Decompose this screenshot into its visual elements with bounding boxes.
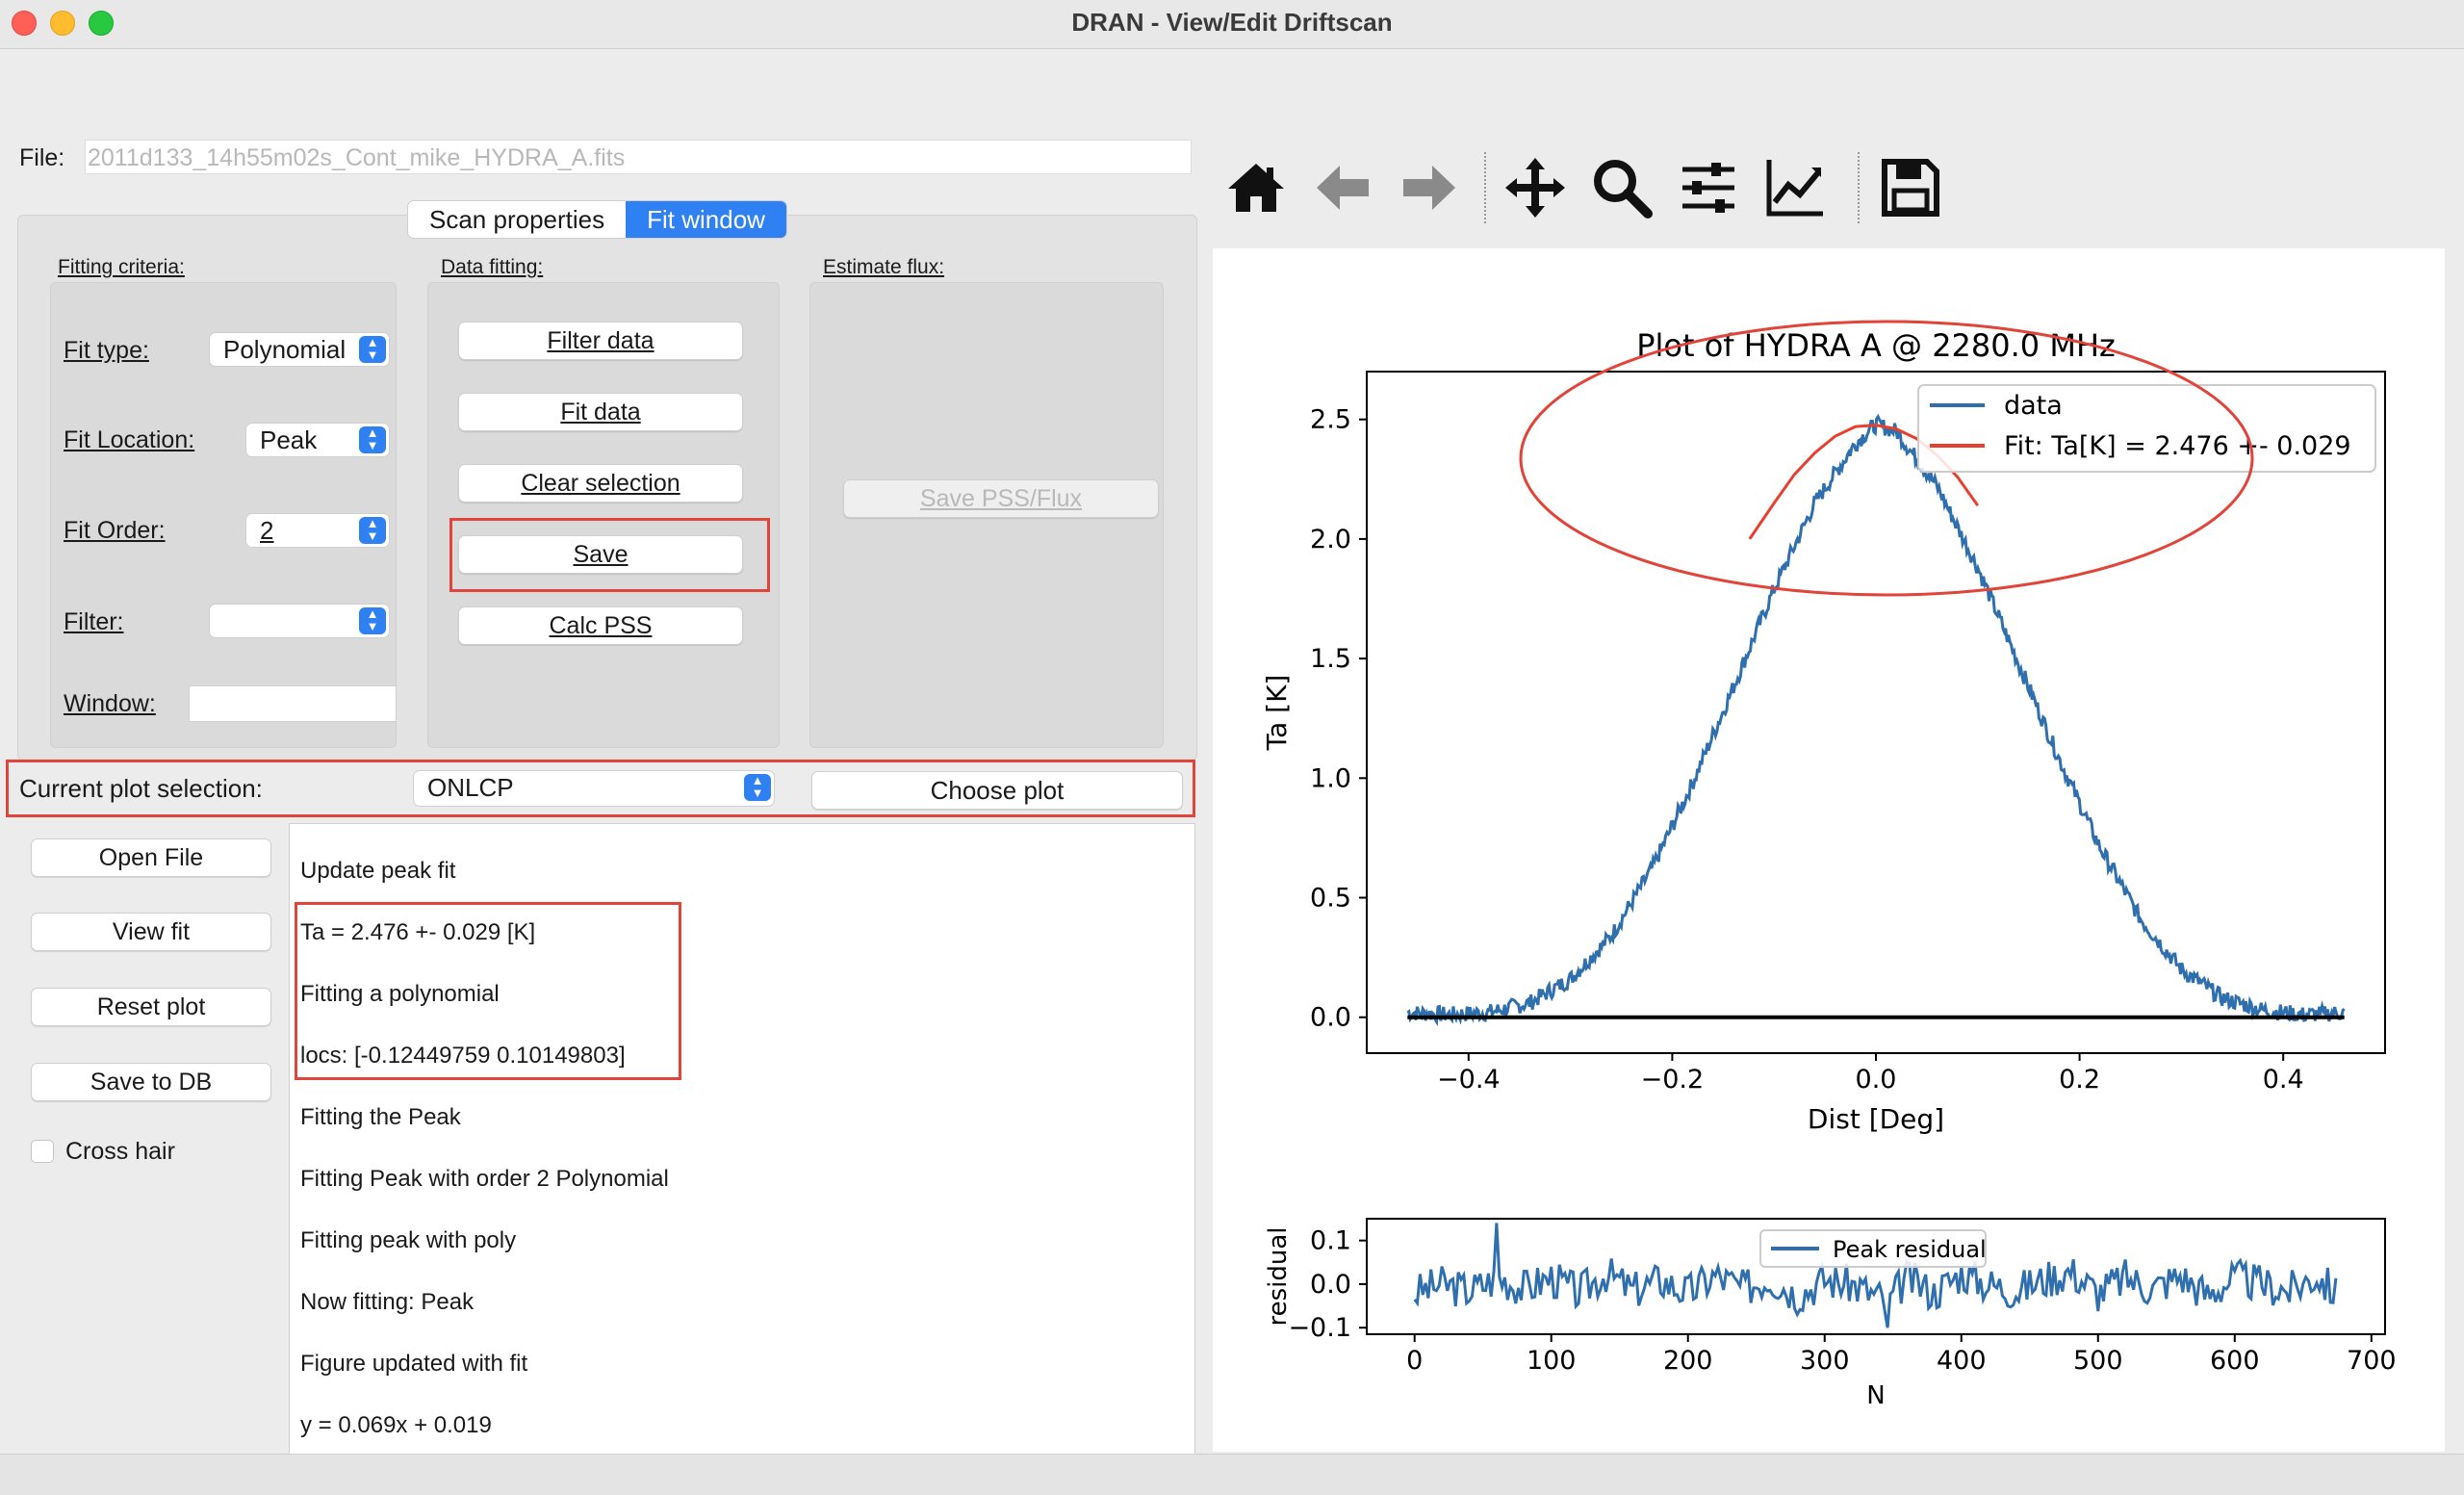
chevron-updown-icon: ▲ ▼ [359, 336, 386, 363]
edit-axis-icon[interactable] [1761, 154, 1829, 221]
log-line: locs: [-0.12449759 0.10149803] [300, 1043, 626, 1069]
y-tick-label: 1.5 [1310, 644, 1351, 674]
log-line: Figure updated with fit [300, 1351, 528, 1377]
toolbar-separator [1484, 152, 1486, 223]
estimate-flux-title: Estimate flux: [823, 256, 945, 278]
x-tick-label: 200 [1663, 1346, 1713, 1376]
residual-legend-label: Peak residual [1833, 1236, 1987, 1263]
data-fitting-title: Data fitting: [441, 256, 544, 278]
open-file-button[interactable]: Open File [31, 838, 271, 877]
window-input[interactable] [189, 685, 397, 722]
y-tick-label: 0.1 [1310, 1226, 1351, 1256]
chevron-updown-icon: ▲ ▼ [359, 426, 386, 453]
x-axis-label: Dist [Deg] [1808, 1103, 1944, 1135]
plot-selection-label: Current plot selection: [19, 774, 263, 803]
tab-fit-window[interactable]: Fit window [626, 201, 786, 238]
x-tick-label: 0.2 [2059, 1065, 2100, 1095]
zoom-icon[interactable] [1588, 154, 1656, 221]
x-tick-label: 600 [2210, 1346, 2260, 1376]
fit-order-select[interactable]: 2 ▲ ▼ [245, 513, 390, 548]
x-tick-label: 100 [1527, 1346, 1577, 1376]
forward-arrow-icon[interactable] [1396, 154, 1463, 221]
filter-data-button[interactable]: Filter data [458, 322, 743, 360]
filter-select[interactable]: ▲ ▼ [209, 604, 390, 638]
cross-hair-checkbox[interactable] [31, 1140, 54, 1163]
x-tick-label: 400 [1937, 1346, 1987, 1376]
pan-move-icon[interactable] [1502, 154, 1569, 221]
log-line: Now fitting: Peak [300, 1289, 475, 1315]
log-line: y = 0.069x + 0.019 [300, 1412, 492, 1438]
fit-order-label: Fit Order: [64, 517, 166, 544]
fit-type-value: Polynomial [223, 335, 346, 364]
log-line: Fitting the Peak [300, 1104, 461, 1130]
y-tick-label: 2.0 [1310, 525, 1351, 554]
tab-scan-properties[interactable]: Scan properties [408, 201, 626, 238]
plot-svg: −0.4 −0.2 0.0 0.2 0.4 0.0 0.5 1.0 1.5 2.0 2.5 Dist … [1261, 320, 2397, 1410]
y-axis-label: Ta [K] [1261, 675, 1293, 752]
fit-location-value: Peak [260, 425, 318, 454]
plot-selection-select[interactable]: ONLCP ▲ ▼ [413, 770, 775, 807]
legend-label-data: data [2004, 391, 2063, 421]
x-tick-label: −0.2 [1641, 1065, 1705, 1095]
y-axis-label: residual [1264, 1226, 1293, 1326]
window-label: Window: [64, 690, 156, 717]
x-tick-label: 300 [1800, 1346, 1850, 1376]
y-tick-label: 2.5 [1310, 405, 1351, 435]
cross-hair-label: Cross hair [65, 1138, 175, 1165]
save-fit-button[interactable]: Save [458, 535, 743, 574]
title-bar: DRAN - View/Edit Driftscan [0, 0, 2464, 49]
log-line: Fitting a polynomial [300, 981, 500, 1007]
x-axis-label: N [1866, 1381, 1885, 1410]
y-tick-label: −0.1 [1288, 1313, 1351, 1343]
filter-label: Filter: [64, 608, 124, 635]
toolbar-separator [1858, 152, 1860, 223]
axes-frame [1366, 371, 2386, 1054]
log-line: Fitting peak with poly [300, 1227, 517, 1253]
fit-location-select[interactable]: Peak ▲ ▼ [245, 423, 390, 457]
x-tick-label: 700 [2347, 1346, 2397, 1376]
fit-order-value: 2 [260, 516, 274, 545]
chevron-updown-icon: ▲ ▼ [359, 517, 386, 544]
file-label: File: [19, 144, 65, 171]
home-icon[interactable] [1222, 154, 1290, 221]
status-bar [0, 1454, 2464, 1495]
x-tick-label: 0 [1406, 1346, 1423, 1376]
save-figure-icon[interactable] [1877, 154, 1944, 221]
fit-data-button[interactable]: Fit data [458, 393, 743, 431]
plot-toolbar [1213, 135, 2445, 231]
save-to-db-button[interactable]: Save to DB [31, 1063, 271, 1101]
calc-pss-button[interactable]: Calc PSS [458, 606, 743, 645]
chevron-updown-icon: ▲ ▼ [359, 607, 386, 634]
y-tick-label: 0.0 [1310, 1270, 1351, 1300]
fit-location-label: Fit Location: [64, 426, 195, 453]
plot-selection-value: ONLCP [427, 773, 514, 802]
choose-plot-button[interactable]: Choose plot [811, 771, 1183, 810]
plot-canvas[interactable]: −0.4 −0.2 0.0 0.2 0.4 0.0 0.5 1.0 1.5 2.0 2.5 Dist … [1213, 248, 2445, 1452]
log-line: Update peak fit [300, 858, 456, 884]
reset-plot-button[interactable]: Reset plot [31, 988, 271, 1026]
chart-title: Plot of HYDRA A @ 2280.0 MHz [1636, 327, 2116, 364]
y-tick-label: 1.0 [1310, 763, 1351, 793]
fitting-criteria-title: Fitting criteria: [58, 256, 185, 278]
fit-type-select[interactable]: Polynomial ▲ ▼ [209, 332, 390, 367]
view-fit-button[interactable]: View fit [31, 913, 271, 951]
x-tick-label: 0.4 [2263, 1065, 2304, 1095]
x-tick-label: −0.4 [1437, 1065, 1501, 1095]
save-pss-flux-button[interactable]: Save PSS/Flux [843, 479, 1159, 518]
legend-label-fit: Fit: Ta[K] = 2.476 +- 0.029 [2004, 431, 2351, 461]
clear-selection-button[interactable]: Clear selection [458, 464, 743, 503]
chevron-updown-icon: ▲ ▼ [744, 774, 771, 801]
file-path-field[interactable]: 2011d133_14h55m02s_Cont_mike_HYDRA_A.fit… [85, 140, 1192, 174]
window-title: DRAN - View/Edit Driftscan [1071, 8, 1393, 37]
fit-type-label: Fit type: [64, 337, 149, 364]
back-arrow-icon[interactable] [1309, 154, 1376, 221]
y-tick-label: 0.5 [1310, 884, 1351, 914]
tab-bar: Scan properties Fit window [407, 200, 787, 239]
x-tick-label: 500 [2073, 1346, 2123, 1376]
configure-subplots-icon[interactable] [1675, 154, 1742, 221]
y-tick-label: 0.0 [1310, 1003, 1351, 1033]
log-line: Fitting Peak with order 2 Polynomial [300, 1166, 669, 1192]
log-line: Ta = 2.476 +- 0.029 [K] [300, 919, 536, 945]
x-tick-label: 0.0 [1856, 1065, 1897, 1095]
